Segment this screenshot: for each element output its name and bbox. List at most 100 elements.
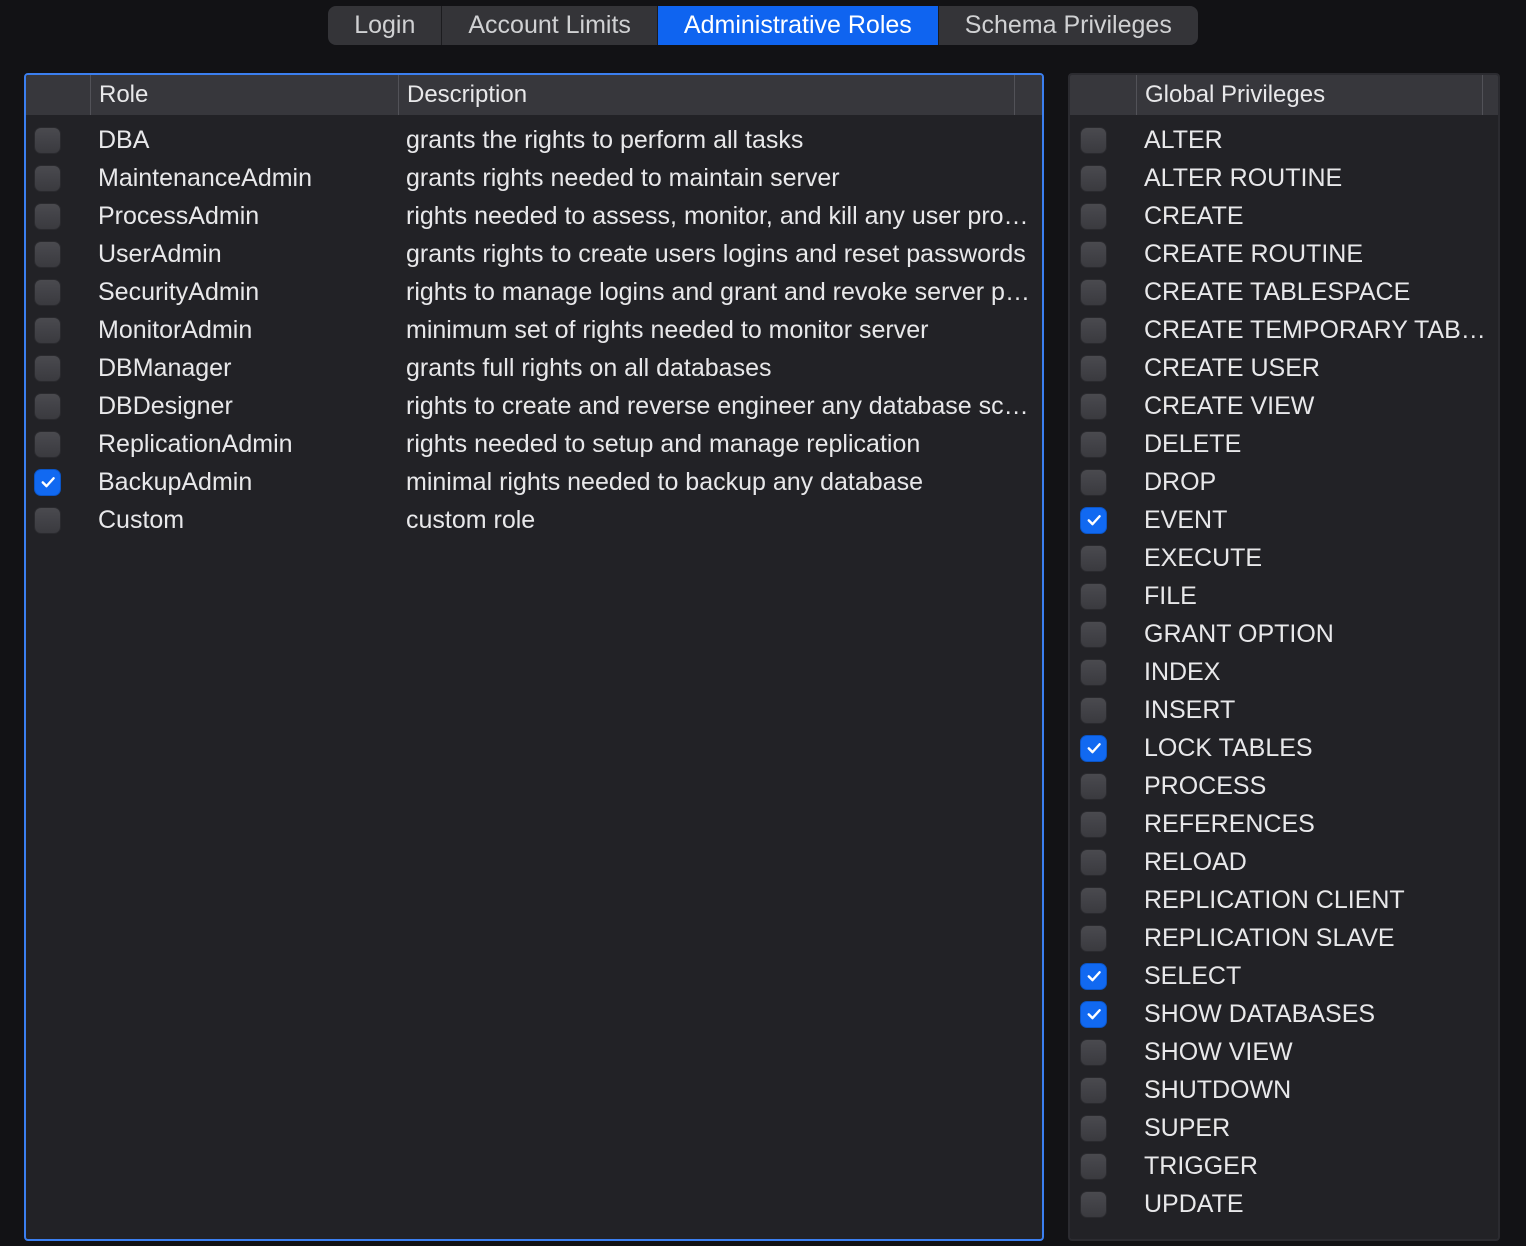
checkbox[interactable] <box>34 127 61 154</box>
privileges-row[interactable]: CREATE ROUTINE <box>1070 235 1498 273</box>
privileges-row[interactable]: PROCESS <box>1070 767 1498 805</box>
checkbox[interactable] <box>1080 773 1107 800</box>
checkbox[interactable] <box>1080 849 1107 876</box>
privileges-row[interactable]: LOCK TABLES <box>1070 729 1498 767</box>
tab-account-limits[interactable]: Account Limits <box>442 6 658 45</box>
privileges-row[interactable]: CREATE TEMPORARY TABLES <box>1070 311 1498 349</box>
checkbox[interactable] <box>34 393 61 420</box>
privileges-row[interactable]: REFERENCES <box>1070 805 1498 843</box>
checkbox[interactable] <box>1080 735 1107 762</box>
checkbox[interactable] <box>1080 317 1107 344</box>
roles-row[interactable]: DBDesignerrights to create and reverse e… <box>26 387 1042 425</box>
checkbox[interactable] <box>1080 811 1107 838</box>
checkbox[interactable] <box>1080 469 1107 496</box>
roles-row[interactable]: ReplicationAdminrights needed to setup a… <box>26 425 1042 463</box>
privileges-row[interactable]: UPDATE <box>1070 1185 1498 1223</box>
roles-row[interactable]: UserAdmingrants rights to create users l… <box>26 235 1042 273</box>
checkbox[interactable] <box>1080 545 1107 572</box>
privileges-row[interactable]: INSERT <box>1070 691 1498 729</box>
checkbox[interactable] <box>34 469 61 496</box>
roles-header-role[interactable]: Role <box>90 75 398 115</box>
privileges-row[interactable]: SHOW VIEW <box>1070 1033 1498 1071</box>
privileges-row-name: SELECT <box>1136 962 1498 991</box>
privileges-row[interactable]: EVENT <box>1070 501 1498 539</box>
privileges-row[interactable]: CREATE TABLESPACE <box>1070 273 1498 311</box>
roles-row[interactable]: DBAgrants the rights to perform all task… <box>26 121 1042 159</box>
checkbox[interactable] <box>1080 279 1107 306</box>
checkbox[interactable] <box>1080 583 1107 610</box>
checkbox[interactable] <box>1080 393 1107 420</box>
checkbox[interactable] <box>1080 1077 1107 1104</box>
roles-row-checkbox-cell <box>26 165 90 192</box>
privileges-row[interactable]: INDEX <box>1070 653 1498 691</box>
content-area: Role Description DBAgrants the rights to… <box>0 45 1526 1241</box>
checkbox[interactable] <box>34 165 61 192</box>
privileges-row[interactable]: SHOW DATABASES <box>1070 995 1498 1033</box>
privileges-row[interactable]: CREATE USER <box>1070 349 1498 387</box>
checkbox[interactable] <box>1080 697 1107 724</box>
checkbox[interactable] <box>34 203 61 230</box>
roles-row[interactable]: BackupAdminminimal rights needed to back… <box>26 463 1042 501</box>
privileges-row[interactable]: DROP <box>1070 463 1498 501</box>
roles-row[interactable]: MonitorAdminminimum set of rights needed… <box>26 311 1042 349</box>
privileges-row-checkbox-cell <box>1070 621 1136 648</box>
privileges-row[interactable]: DELETE <box>1070 425 1498 463</box>
checkbox[interactable] <box>1080 1191 1107 1218</box>
checkbox[interactable] <box>1080 621 1107 648</box>
tab-schema-privileges[interactable]: Schema Privileges <box>939 6 1198 45</box>
privileges-row[interactable]: CREATE <box>1070 197 1498 235</box>
roles-row[interactable]: MaintenanceAdmingrants rights needed to … <box>26 159 1042 197</box>
checkbox[interactable] <box>34 317 61 344</box>
checkbox[interactable] <box>1080 1001 1107 1028</box>
checkbox[interactable] <box>1080 355 1107 382</box>
roles-row[interactable]: Customcustom role <box>26 501 1042 539</box>
privileges-row-checkbox-cell <box>1070 1115 1136 1142</box>
roles-row[interactable]: ProcessAdminrights needed to assess, mon… <box>26 197 1042 235</box>
checkbox[interactable] <box>1080 241 1107 268</box>
checkbox[interactable] <box>1080 431 1107 458</box>
checkbox[interactable] <box>1080 1153 1107 1180</box>
privileges-row-checkbox-cell <box>1070 507 1136 534</box>
privileges-row[interactable]: RELOAD <box>1070 843 1498 881</box>
privileges-row[interactable]: REPLICATION CLIENT <box>1070 881 1498 919</box>
privileges-row[interactable]: EXECUTE <box>1070 539 1498 577</box>
privileges-row[interactable]: FILE <box>1070 577 1498 615</box>
privileges-row[interactable]: SHUTDOWN <box>1070 1071 1498 1109</box>
roles-row[interactable]: SecurityAdminrights to manage logins and… <box>26 273 1042 311</box>
privileges-row[interactable]: SUPER <box>1070 1109 1498 1147</box>
tab-administrative-roles[interactable]: Administrative Roles <box>658 6 939 45</box>
roles-row-checkbox-cell <box>26 393 90 420</box>
checkbox[interactable] <box>1080 659 1107 686</box>
checkbox[interactable] <box>1080 127 1107 154</box>
privileges-row-checkbox-cell <box>1070 1191 1136 1218</box>
privileges-row-name: FILE <box>1136 582 1498 611</box>
privileges-row-checkbox-cell <box>1070 203 1136 230</box>
checkbox[interactable] <box>1080 963 1107 990</box>
checkbox[interactable] <box>34 241 61 268</box>
checkbox[interactable] <box>34 431 61 458</box>
privileges-row[interactable]: SELECT <box>1070 957 1498 995</box>
checkbox[interactable] <box>34 355 61 382</box>
privileges-row-name: ALTER <box>1136 126 1498 155</box>
tab-login[interactable]: Login <box>328 6 442 45</box>
roles-row[interactable]: DBManagergrants full rights on all datab… <box>26 349 1042 387</box>
checkbox[interactable] <box>1080 1039 1107 1066</box>
privileges-row-name: EXECUTE <box>1136 544 1498 573</box>
checkbox[interactable] <box>1080 887 1107 914</box>
privileges-row[interactable]: GRANT OPTION <box>1070 615 1498 653</box>
checkbox[interactable] <box>1080 925 1107 952</box>
checkbox[interactable] <box>34 279 61 306</box>
roles-header-description[interactable]: Description <box>398 75 1014 115</box>
checkbox[interactable] <box>1080 165 1107 192</box>
privileges-header-name[interactable]: Global Privileges <box>1136 75 1482 115</box>
privileges-row[interactable]: TRIGGER <box>1070 1147 1498 1185</box>
privileges-row[interactable]: CREATE VIEW <box>1070 387 1498 425</box>
privileges-row[interactable]: ALTER <box>1070 121 1498 159</box>
roles-row-checkbox-cell <box>26 279 90 306</box>
checkbox[interactable] <box>1080 1115 1107 1142</box>
privileges-row[interactable]: ALTER ROUTINE <box>1070 159 1498 197</box>
checkbox[interactable] <box>34 507 61 534</box>
privileges-row[interactable]: REPLICATION SLAVE <box>1070 919 1498 957</box>
checkbox[interactable] <box>1080 507 1107 534</box>
checkbox[interactable] <box>1080 203 1107 230</box>
